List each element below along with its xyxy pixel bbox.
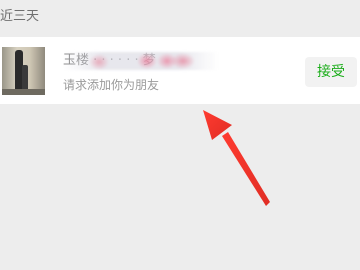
friend-request-row[interactable]: 玉楼 · · · · · · 梦 请求添加你为朋友 接受 xyxy=(0,37,360,104)
request-message: 请求添加你为朋友 xyxy=(63,78,160,92)
avatar[interactable] xyxy=(2,47,45,95)
requester-name: 玉楼 · · · · · · 梦 xyxy=(63,53,156,68)
accept-button[interactable]: 接受 xyxy=(305,57,357,87)
section-title-recent-3-days: 近三天 xyxy=(0,9,40,24)
